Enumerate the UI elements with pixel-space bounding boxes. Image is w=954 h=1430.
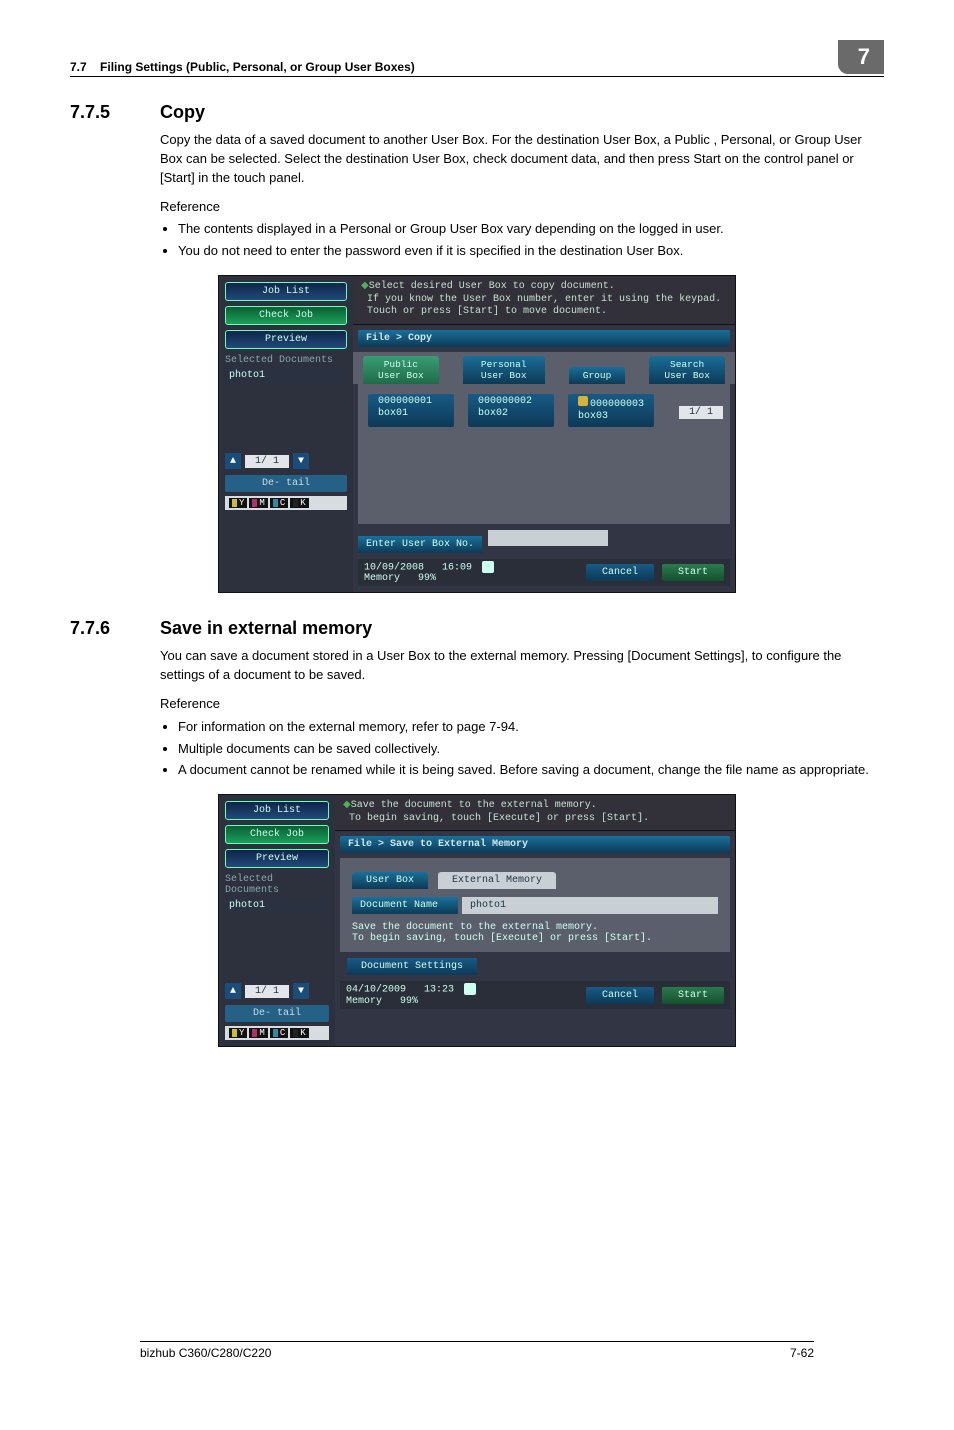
enter-box-no-label: Enter User Box No. (358, 536, 482, 553)
user-box-item[interactable]: 000000003 box03 (568, 394, 654, 427)
page-footer: bizhub C360/C280/C220 7-62 (140, 1341, 814, 1360)
pager-down-icon[interactable]: ▼ (293, 453, 309, 469)
cancel-button[interactable]: Cancel (586, 564, 654, 581)
job-list-button[interactable]: Job List (225, 801, 329, 820)
list-pager-indicator: 1/ 1 (679, 406, 723, 419)
pager-down-icon[interactable]: ▼ (293, 983, 309, 999)
section-paragraph: You can save a document stored in a User… (160, 647, 884, 685)
cancel-button[interactable]: Cancel (586, 987, 654, 1004)
document-settings-button[interactable]: Document Settings (347, 958, 477, 975)
section-title: Save in external memory (160, 618, 372, 639)
detail-button[interactable]: De- tail (225, 1005, 329, 1022)
footer-time: 13:23 (424, 985, 454, 996)
guidance-text: ◆Select desired User Box to copy documen… (353, 276, 735, 325)
footer-memory-label: Memory (364, 573, 400, 584)
pager-indicator: 1/ 1 (245, 455, 289, 468)
chapter-number-badge: 7 (838, 40, 884, 74)
enter-box-no-input[interactable] (488, 530, 608, 546)
check-job-button[interactable]: Check Job (225, 306, 347, 325)
touch-panel-copy: Job List Check Job Preview Selected Docu… (218, 275, 736, 593)
footer-memory-pct: 99% (418, 573, 436, 584)
guidance-text: ◆Save the document to the external memor… (335, 795, 735, 831)
toner-c: C (270, 1028, 288, 1038)
preview-button[interactable]: Preview (225, 849, 329, 868)
section-number: 7.7.5 (70, 102, 160, 123)
breadcrumb: File > Copy (358, 330, 730, 347)
selected-documents-label: Selected Documents (225, 355, 347, 366)
section-title: Copy (160, 102, 205, 123)
preview-button[interactable]: Preview (225, 330, 347, 349)
header-section-title: Filing Settings (Public, Personal, or Gr… (100, 60, 415, 74)
tab-personal-user-box[interactable]: Personal User Box (463, 356, 545, 384)
lock-icon (578, 396, 588, 406)
toner-c: C (270, 498, 288, 508)
selected-doc-name: photo1 (225, 898, 329, 913)
page-header: 7.7 Filing Settings (Public, Personal, o… (70, 40, 884, 77)
toner-k: K (290, 1028, 308, 1038)
list-item: The contents displayed in a Personal or … (178, 220, 884, 239)
inline-guidance: Save the document to the external memory… (352, 922, 718, 944)
check-job-button[interactable]: Check Job (225, 825, 329, 844)
toner-levels: Y M C K (225, 496, 347, 510)
user-box-item[interactable]: 000000001box01 (368, 394, 454, 427)
footer-memory-pct: 99% (400, 996, 418, 1007)
toner-m: M (249, 1028, 267, 1038)
footer-pageno: 7-62 (790, 1346, 814, 1360)
toner-y: Y (229, 1028, 247, 1038)
pager-indicator: 1/ 1 (245, 985, 289, 998)
list-item: For information on the external memory, … (178, 718, 884, 737)
list-item: Multiple documents can be saved collecti… (178, 740, 884, 759)
footer-date: 10/09/2008 (364, 562, 424, 573)
footer-memory-label: Memory (346, 996, 382, 1007)
bookmark-icon: ◆ (343, 800, 351, 811)
breadcrumb: File > Save to External Memory (340, 836, 730, 853)
section-number: 7.7.6 (70, 618, 160, 639)
touch-panel-save-external: Job List Check Job Preview Selected Docu… (218, 794, 736, 1047)
toner-levels: Y M C K (225, 1026, 329, 1040)
footer-date: 04/10/2009 (346, 985, 406, 996)
start-button[interactable]: Start (662, 987, 724, 1004)
status-icon (482, 561, 494, 573)
reference-list: The contents displayed in a Personal or … (160, 220, 884, 261)
pager-up-icon[interactable]: ▲ (225, 983, 241, 999)
toner-y: Y (229, 498, 247, 508)
toner-k: K (290, 498, 308, 508)
pager-up-icon[interactable]: ▲ (225, 453, 241, 469)
tab-group[interactable]: Group (569, 367, 626, 384)
section-paragraph: Copy the data of a saved document to ano… (160, 131, 884, 188)
list-item: A document cannot be renamed while it is… (178, 761, 884, 780)
toner-m: M (249, 498, 267, 508)
selected-documents-label: Selected Documents (225, 874, 329, 896)
document-name-label: Document Name (352, 897, 458, 914)
document-name-value[interactable]: photo1 (462, 897, 718, 914)
reference-list: For information on the external memory, … (160, 718, 884, 781)
bookmark-icon: ◆ (361, 281, 369, 292)
start-button[interactable]: Start (662, 564, 724, 581)
tab-search-user-box[interactable]: Search User Box (649, 356, 725, 384)
footer-model: bizhub C360/C280/C220 (140, 1346, 271, 1360)
footer-time: 16:09 (442, 562, 472, 573)
job-list-button[interactable]: Job List (225, 282, 347, 301)
user-box-item[interactable]: 000000002box02 (468, 394, 554, 427)
detail-button[interactable]: De- tail (225, 475, 347, 492)
status-icon (464, 983, 476, 995)
selected-doc-name: photo1 (225, 368, 347, 383)
tab-public-user-box[interactable]: Public User Box (363, 356, 439, 384)
reference-label: Reference (160, 198, 884, 217)
header-section-no: 7.7 (70, 60, 87, 74)
reference-label: Reference (160, 695, 884, 714)
list-item: You do not need to enter the password ev… (178, 242, 884, 261)
tab-external-memory[interactable]: External Memory (438, 872, 556, 889)
tab-user-box[interactable]: User Box (352, 872, 428, 889)
